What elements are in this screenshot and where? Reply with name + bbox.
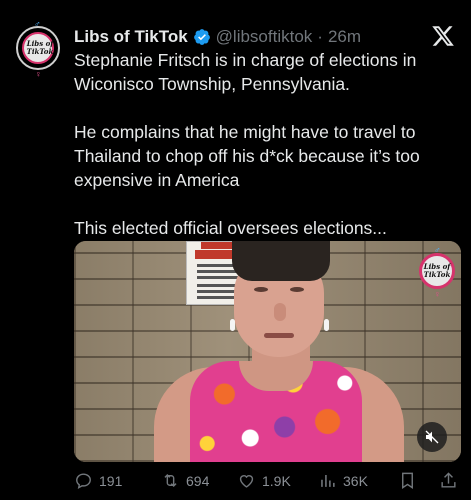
bookmark-button[interactable] bbox=[398, 471, 417, 490]
views-button[interactable]: 36K bbox=[318, 471, 368, 490]
person-hair bbox=[232, 241, 330, 281]
separator-dot: · bbox=[317, 27, 323, 46]
like-count: 1.9K bbox=[262, 472, 291, 489]
tweet-time[interactable]: 26m bbox=[328, 27, 361, 47]
reply-button[interactable]: 191 bbox=[74, 471, 122, 490]
avatar-logo-text: Libs of TikTok bbox=[26, 39, 54, 56]
video-watermark: ♂ Libs of TikTok ♀ bbox=[419, 245, 455, 299]
author-name[interactable]: Libs of TikTok bbox=[74, 27, 188, 47]
tweet-text: Stephanie Fritsch is in charge of electi… bbox=[74, 48, 459, 240]
share-icon bbox=[441, 472, 456, 488]
repost-count: 694 bbox=[186, 472, 210, 489]
reply-icon bbox=[76, 473, 91, 489]
repost-icon bbox=[164, 473, 177, 488]
avatar[interactable]: ♂ Libs of TikTok ♀ bbox=[16, 19, 60, 79]
female-symbol-icon: ♀ bbox=[434, 289, 441, 299]
x-logo-icon[interactable] bbox=[431, 24, 455, 48]
earring bbox=[230, 319, 235, 331]
earring bbox=[324, 319, 329, 331]
avatar-disc: Libs of TikTok bbox=[22, 32, 54, 64]
reply-count: 191 bbox=[99, 472, 123, 489]
repost-button[interactable]: 694 bbox=[161, 471, 209, 490]
action-bar: 191 694 1.9K 36K bbox=[74, 471, 461, 497]
watermark-text: Libs of TikTok bbox=[423, 262, 451, 279]
bookmark-icon bbox=[402, 472, 413, 489]
tweet-header: Libs of TikTok @libsoftiktok · 26m bbox=[74, 26, 361, 48]
views-icon bbox=[321, 474, 335, 487]
like-button[interactable]: 1.9K bbox=[237, 471, 291, 490]
verified-icon bbox=[193, 29, 210, 45]
male-symbol-icon: ♂ bbox=[434, 245, 441, 255]
like-icon bbox=[239, 475, 254, 488]
tweet-paragraph-1: Stephanie Fritsch is in charge of electi… bbox=[74, 50, 417, 94]
female-symbol-icon: ♀ bbox=[35, 69, 42, 79]
views-count: 36K bbox=[343, 472, 368, 489]
tweet-video[interactable]: ♂ Libs of TikTok ♀ bbox=[74, 241, 461, 462]
tweet-paragraph-3: This elected official oversees elections… bbox=[74, 218, 387, 238]
tweet: ♂ Libs of TikTok ♀ Libs of TikTok @libso… bbox=[0, 0, 471, 500]
male-symbol-icon: ♂ bbox=[34, 19, 41, 29]
mute-icon bbox=[425, 430, 439, 444]
tweet-paragraph-2: He complains that he might have to trave… bbox=[74, 122, 420, 190]
author-handle[interactable]: @libsoftiktok bbox=[216, 27, 313, 47]
mute-button[interactable] bbox=[417, 422, 447, 452]
share-button[interactable] bbox=[439, 471, 458, 490]
